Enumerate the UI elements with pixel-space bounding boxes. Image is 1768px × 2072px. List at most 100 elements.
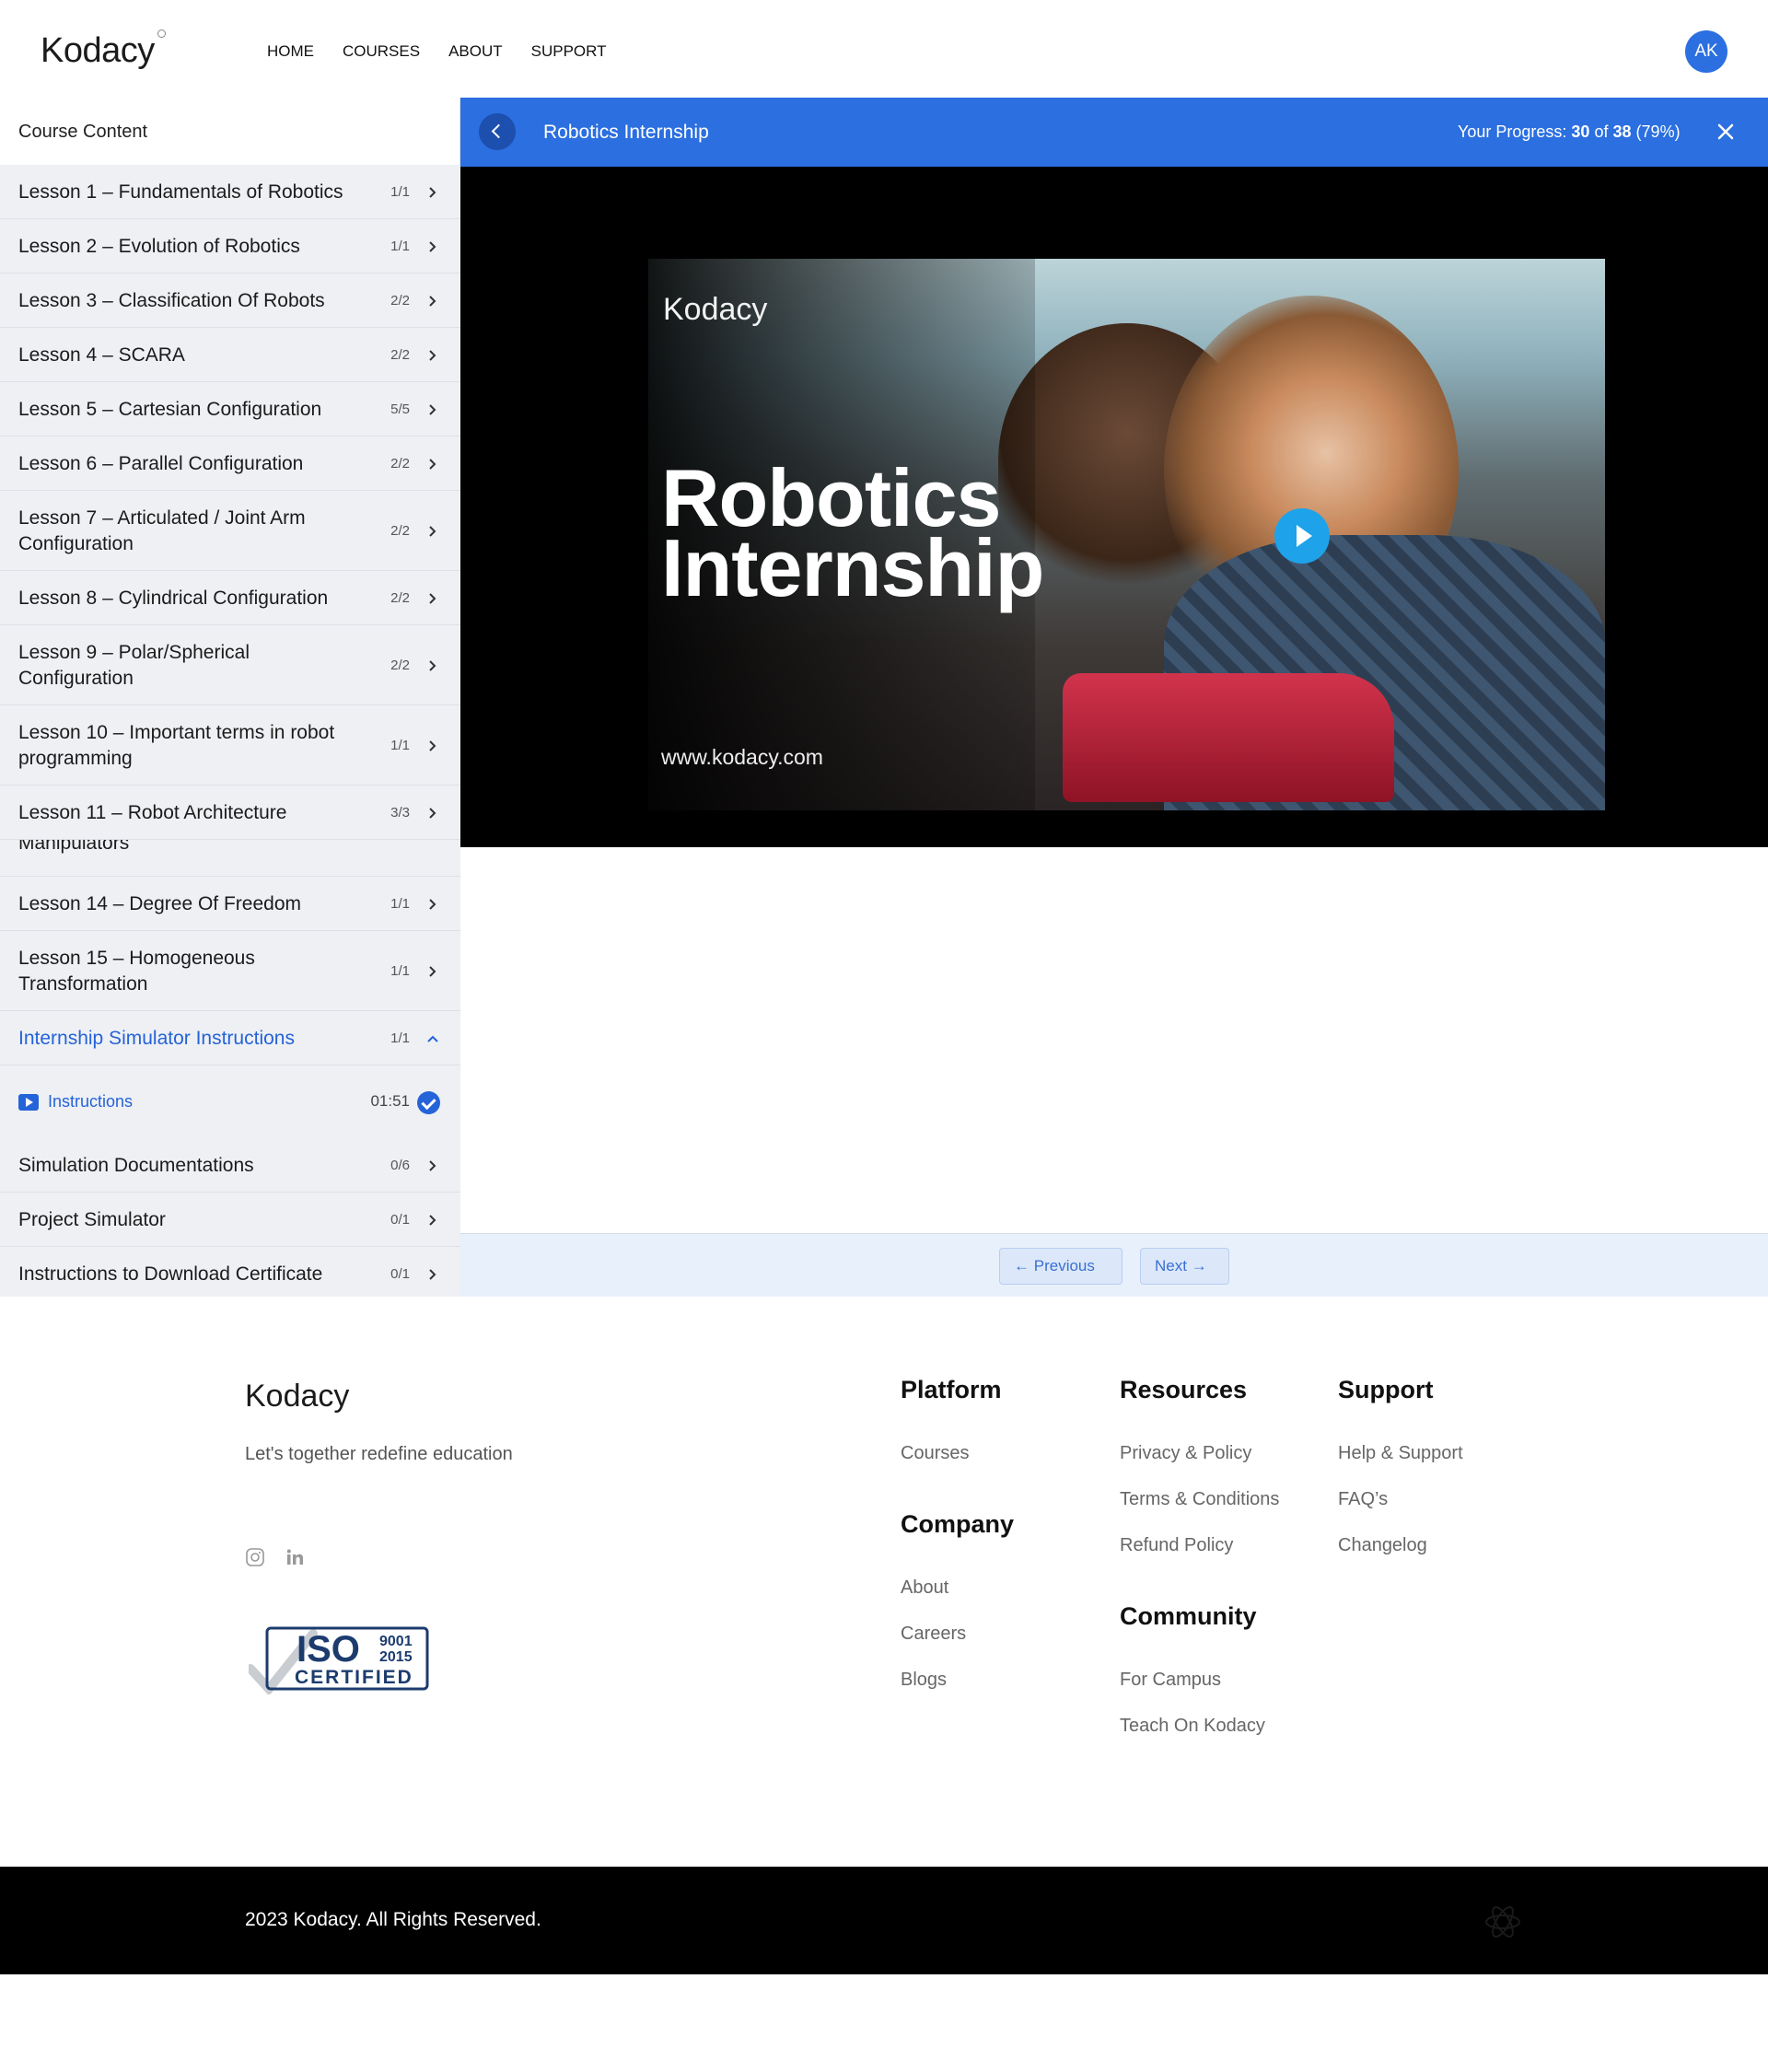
user-avatar[interactable]: AK [1685,30,1727,73]
chevron-right-icon[interactable] [425,457,440,471]
chevron-right-icon[interactable] [425,348,440,363]
chevron-right-icon[interactable] [425,402,440,417]
footer-link-careers[interactable]: Careers [901,1624,966,1645]
lesson-row[interactable]: Lesson 2 – Evolution of Robotics 1/1 [0,219,460,274]
iso-certified-badge: ISO 9001 2015 CERTIFIED [249,1626,429,1694]
chevron-right-icon[interactable] [425,897,440,912]
lesson-row[interactable]: Instructions to Download Certificate 0/1 [0,1247,460,1297]
iso-word: ISO [297,1629,360,1670]
footer-heading-community: Community [1120,1602,1257,1630]
lesson-row[interactable]: Lesson 9 – Polar/Spherical Configuration… [0,625,460,705]
lesson-row[interactable]: Project Simulator 0/1 [0,1193,460,1247]
lesson-progress-count: 2/2 [390,522,410,539]
lesson-title: Lesson 3 – Classification Of Robots [18,289,325,311]
lesson-progress-count: 1/1 [390,737,410,753]
lesson-title: Lesson 6 – Parallel Configuration [18,452,304,474]
chevron-right-icon[interactable] [425,524,440,539]
lesson-row[interactable]: Lesson 10 – Important terms in robot pro… [0,705,460,786]
completed-check-icon [417,1091,440,1114]
play-icon[interactable] [1274,508,1330,564]
close-icon[interactable] [1715,121,1737,143]
nav-home[interactable]: HOME [267,42,314,61]
progress-label: Your Progress: [1458,122,1567,141]
iso-num1: 9001 [379,1634,413,1649]
video-player[interactable]: Kodacy Robotics Internship www.kodacy.co… [460,167,1768,847]
footer-link-faqs[interactable]: FAQ’s [1338,1489,1388,1510]
footer-link-help[interactable]: Help & Support [1338,1443,1463,1464]
lesson-title: Simulation Documentations [18,1154,254,1176]
lesson-title: Lesson 11 – Robot Architecture [18,801,287,823]
previous-label: Previous [1033,1257,1095,1275]
lesson-title: Instructions to Download Certificate [18,1263,323,1285]
chevron-right-icon[interactable] [425,591,440,606]
thumbnail-url: www.kodacy.com [661,745,823,769]
chevron-right-icon[interactable] [425,1158,440,1173]
chevron-right-icon[interactable] [425,964,440,979]
lesson-row[interactable]: Lesson 11 – Robot Architecture 3/3 [0,786,460,840]
thumbnail-logo: Kodacy [663,292,768,327]
lesson-row[interactable]: Lesson 15 – Homogeneous Transformation 1/… [0,931,460,1011]
next-button[interactable]: Next → [1140,1248,1229,1285]
chevron-right-icon[interactable] [425,239,440,254]
footer-link-about[interactable]: About [901,1577,948,1599]
lesson-progress-count: 1/1 [390,1030,410,1046]
back-button[interactable] [479,113,516,150]
video-thumbnail: Kodacy Robotics Internship www.kodacy.co… [648,259,1605,810]
footer-link-terms[interactable]: Terms & Conditions [1120,1489,1279,1510]
chevron-right-icon[interactable] [425,806,440,821]
lesson-row-partial[interactable]: Manipulators [0,840,460,877]
linkedin-icon[interactable] [285,1547,305,1567]
lesson-row[interactable]: Lesson 8 – Cylindrical Configuration 2/2 [0,571,460,625]
footer-link-refund[interactable]: Refund Policy [1120,1535,1233,1556]
copyright-text: 2023 Kodacy. All Rights Reserved. [245,1909,541,1930]
previous-button[interactable]: ← Previous [999,1248,1122,1285]
lesson-progress-count: 2/2 [390,657,410,673]
footer-logo[interactable]: Kodacy [245,1379,349,1414]
chevron-right-icon[interactable] [425,294,440,308]
course-title: Robotics Internship [543,122,709,143]
lesson-row[interactable]: Lesson 3 – Classification Of Robots 2/2 [0,274,460,328]
chevron-right-icon[interactable] [425,1267,440,1282]
progress-percent: (79%) [1635,122,1681,141]
lesson-row[interactable]: Lesson 6 – Parallel Configuration 2/2 [0,437,460,491]
footer-link-courses[interactable]: Courses [901,1443,969,1464]
lesson-row[interactable]: Lesson 5 – Cartesian Configuration 5/5 [0,382,460,437]
nav-about[interactable]: ABOUT [448,42,503,61]
chevron-up-icon[interactable] [425,1031,440,1046]
chevron-right-icon[interactable] [425,658,440,673]
lesson-progress-count: 3/3 [390,804,410,821]
nav-courses[interactable]: COURSES [343,42,420,61]
lesson-progress-count: 1/1 [390,895,410,912]
iso-certified: CERTIFIED [295,1667,413,1688]
instagram-icon[interactable] [245,1547,265,1567]
nav-support[interactable]: SUPPORT [531,42,607,61]
lesson-row[interactable]: Lesson 4 – SCARA 2/2 [0,328,460,382]
sidebar-heading: Course Content [0,98,460,165]
iso-num2: 2015 [379,1649,413,1665]
lesson-row[interactable]: Lesson 7 – Articulated / Joint Arm Confi… [0,491,460,571]
lesson-row[interactable]: Lesson 14 – Degree Of Freedom 1/1 [0,877,460,931]
progress-done: 30 [1571,122,1590,141]
footer-link-for-campus[interactable]: For Campus [1120,1670,1221,1691]
chevron-right-icon[interactable] [425,739,440,753]
lesson-progress-count: 1/1 [390,238,410,254]
footer-link-teach[interactable]: Teach On Kodacy [1120,1716,1265,1737]
lesson-title: Lesson 8 – Cylindrical Configuration [18,587,329,609]
chevron-right-icon[interactable] [425,185,440,200]
lesson-progress-count: 2/2 [390,346,410,363]
lesson-row[interactable]: Simulation Documentations 0/6 [0,1138,460,1193]
footer-link-blogs[interactable]: Blogs [901,1670,947,1691]
course-header-bar: Robotics Internship Your Progress: 30 of… [460,98,1768,167]
footer-link-privacy[interactable]: Privacy & Policy [1120,1443,1251,1464]
lesson-title: Lesson 9 – Polar/Spherical Configuration [18,641,250,689]
top-navigation: Kodacy HOME COURSES ABOUT SUPPORT AK [0,0,1768,98]
lesson-row[interactable]: Internship Simulator Instructions 1/1 [0,1011,460,1065]
thumbnail-robot [1063,673,1394,802]
lesson-sub-item-instructions[interactable]: Instructions 01:51 [0,1077,460,1127]
chevron-right-icon[interactable] [425,1213,440,1228]
footer-link-changelog[interactable]: Changelog [1338,1535,1427,1556]
lesson-progress-count: 2/2 [390,589,410,606]
kodacy-logo[interactable]: Kodacy [41,29,166,71]
lesson-title: Lesson 2 – Evolution of Robotics [18,235,300,257]
lesson-row[interactable]: Lesson 1 – Fundamentals of Robotics 1/1 [0,165,460,219]
